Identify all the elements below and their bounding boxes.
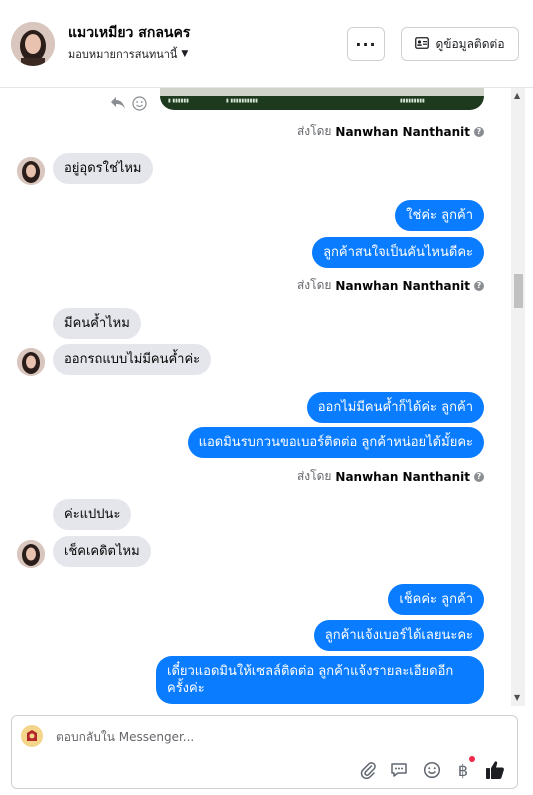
outgoing-message[interactable]: ลูกค้าแจ้งเบอร์ได้เลยนะคะ	[313, 620, 484, 651]
contact-avatar[interactable]	[11, 22, 55, 66]
outgoing-message[interactable]: เดี๋ยวแอดมินให้เซลล์ติดต่อ ลูกค้าแจ้งราย…	[156, 656, 484, 704]
payment-icon[interactable]: ฿	[453, 756, 475, 780]
info-icon[interactable]: ?	[474, 280, 484, 291]
sent-by-name: Nanwhan Nanthanit	[335, 124, 470, 139]
message-scrollbar[interactable]: ▲ ▼	[511, 88, 525, 706]
contact-avatar-small	[17, 157, 45, 185]
contact-card-icon	[415, 36, 430, 52]
saved-reply-icon[interactable]	[389, 760, 409, 780]
message-actions	[110, 96, 147, 115]
sent-by-prefix: ส่งโดย	[296, 124, 332, 138]
chevron-down-icon: ▼	[181, 49, 189, 59]
emoji-icon[interactable]	[422, 760, 442, 780]
incoming-message[interactable]: ค่ะแปปนะ	[53, 499, 132, 530]
outgoing-message[interactable]: ออกไม่มีคนค้ำก็ได้ค่ะ ลูกค้า	[306, 392, 484, 423]
reply-icon[interactable]	[110, 96, 126, 115]
sent-by-label: ส่งโดย Nanwhan Nanthanit ?	[297, 276, 484, 295]
incoming-message[interactable]: เช็คเคดิตไหม	[53, 536, 151, 567]
emoji-react-icon[interactable]	[132, 96, 147, 115]
contact-avatar-small	[17, 348, 45, 376]
assign-conversation-dropdown[interactable]: มอบหมายการสนทนานี้ ▼	[68, 45, 188, 63]
image-attachment[interactable]: ▮ ▮▮▮▮▮▮ ▮ ▮▮▮▮▮▮▮▮▮▮ ▮▮▮▮▮▮▮▮▮	[160, 88, 484, 110]
contact-avatar-small	[17, 540, 45, 568]
conversation-header: แมวเหมียว สกลนคร มอบหมายการสนทนานี้ ▼ ··…	[0, 0, 533, 88]
reply-composer: ฿	[11, 715, 518, 789]
outgoing-message[interactable]: เช็คค่ะ ลูกค้า	[388, 584, 484, 615]
sent-by-name: Nanwhan Nanthanit	[335, 469, 470, 484]
scroll-down-icon[interactable]: ▼	[514, 693, 520, 702]
outgoing-message[interactable]: แอดมินรบกวนขอเบอร์ติดต่อ ลูกค้าหน่อยได้ม…	[187, 427, 484, 458]
outgoing-message[interactable]: ลูกค้าสนใจเป็นคันไหนดีคะ	[312, 237, 484, 268]
incoming-message[interactable]: มีคนค้ำไหม	[53, 308, 141, 339]
reply-input[interactable]	[56, 730, 456, 744]
attach-icon[interactable]	[358, 760, 378, 780]
like-icon[interactable]	[485, 760, 505, 780]
view-contact-button[interactable]: ดูข้อมูลติดต่อ	[401, 27, 519, 61]
notification-dot	[469, 756, 475, 762]
sent-by-prefix: ส่งโดย	[296, 278, 332, 292]
assign-label: มอบหมายการสนทนานี้	[68, 48, 178, 61]
incoming-message[interactable]: ออกรถแบบไม่มีคนค้ำค่ะ	[53, 344, 212, 375]
info-icon[interactable]: ?	[474, 126, 484, 137]
more-options-button[interactable]: ···	[347, 27, 385, 61]
sent-by-label: ส่งโดย Nanwhan Nanthanit ?	[297, 122, 484, 141]
more-options-label: ···	[355, 34, 377, 54]
sent-by-prefix: ส่งโดย	[296, 469, 332, 483]
outgoing-message[interactable]: ใช่ค่ะ ลูกค้า	[395, 200, 484, 231]
scroll-up-icon[interactable]: ▲	[514, 91, 520, 100]
scroll-thumb[interactable]	[514, 274, 523, 308]
page-avatar	[21, 725, 43, 747]
view-contact-label: ดูข้อมูลติดต่อ	[435, 36, 505, 51]
sent-by-name: Nanwhan Nanthanit	[335, 278, 470, 293]
info-icon[interactable]: ?	[474, 471, 484, 482]
contact-name: แมวเหมียว สกลนคร	[68, 25, 191, 41]
sent-by-label: ส่งโดย Nanwhan Nanthanit ?	[297, 467, 484, 486]
incoming-message[interactable]: อยู่อุดรใช่ไหม	[53, 153, 153, 184]
